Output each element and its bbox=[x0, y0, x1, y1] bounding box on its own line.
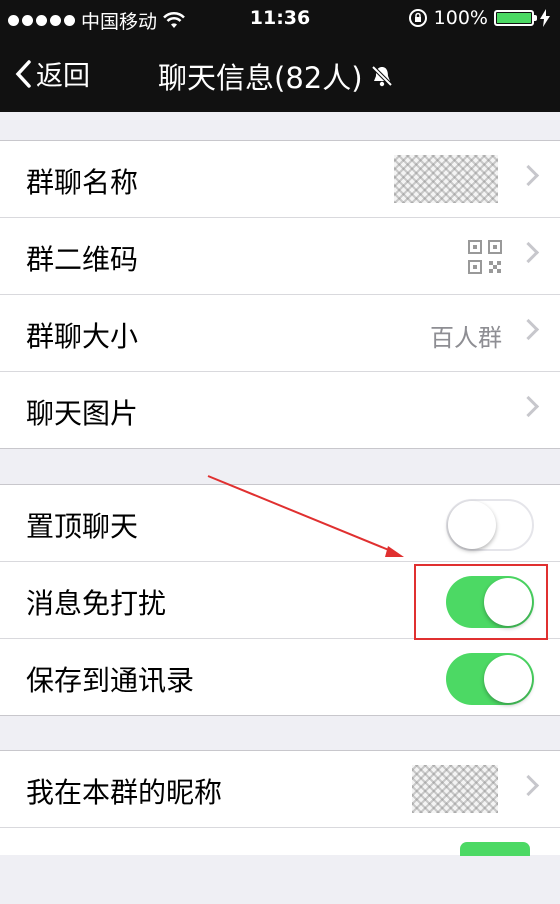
row-group-name[interactable]: 群聊名称 bbox=[0, 141, 560, 218]
row-group-size[interactable]: 群聊大小 百人群 bbox=[0, 295, 560, 372]
status-bar: 中国移动 11:36 100% bbox=[0, 0, 560, 38]
nickname-thumbnail bbox=[412, 765, 498, 813]
row-next-partial bbox=[0, 828, 560, 904]
page-title-text: 聊天信息(82人) bbox=[158, 61, 363, 95]
row-label: 群聊名称 bbox=[26, 166, 139, 199]
group-name-thumbnail bbox=[394, 155, 498, 203]
toggle-knob bbox=[448, 501, 496, 549]
orientation-lock-icon bbox=[408, 9, 427, 27]
battery-percent: 100% bbox=[433, 7, 488, 29]
chevron-right-icon bbox=[517, 164, 540, 187]
page-title: 聊天信息(82人) bbox=[158, 55, 395, 97]
settings-group-info: 群聊名称 群二维码 群聊大小 百人群 聊天图片 bbox=[0, 140, 560, 449]
save-to-contacts-toggle[interactable] bbox=[446, 653, 534, 705]
sticky-on-top-toggle[interactable] bbox=[446, 499, 534, 551]
row-my-nickname[interactable]: 我在本群的昵称 bbox=[0, 751, 560, 828]
settings-group-nickname: 我在本群的昵称 bbox=[0, 750, 560, 856]
back-label: 返回 bbox=[36, 61, 90, 92]
row-label: 群聊大小 bbox=[26, 320, 139, 353]
chevron-left-icon bbox=[15, 59, 31, 88]
row-label: 置顶聊天 bbox=[26, 510, 139, 543]
toggle-knob bbox=[484, 655, 532, 703]
battery-icon bbox=[494, 10, 537, 26]
row-label: 保存到通讯录 bbox=[26, 664, 195, 697]
chevron-right-icon bbox=[517, 241, 540, 264]
group-size-value: 百人群 bbox=[430, 324, 502, 352]
chevron-right-icon bbox=[517, 318, 540, 341]
row-chat-images[interactable]: 聊天图片 bbox=[0, 372, 560, 448]
chevron-right-icon bbox=[517, 774, 540, 797]
row-label: 我在本群的昵称 bbox=[26, 776, 223, 809]
row-save-to-contacts: 保存到通讯录 bbox=[0, 639, 560, 715]
back-button[interactable]: 返回 bbox=[14, 54, 90, 93]
annotation-highlight-box bbox=[414, 564, 548, 640]
navigation-bar: 返回 聊天信息(82人) bbox=[0, 38, 560, 112]
mute-bell-icon bbox=[371, 65, 392, 87]
chevron-right-icon bbox=[517, 395, 540, 418]
row-sticky-on-top: 置顶聊天 bbox=[0, 485, 560, 562]
row-label: 消息免打扰 bbox=[26, 587, 167, 620]
status-right: 100% bbox=[408, 7, 550, 29]
row-label: 群二维码 bbox=[26, 243, 139, 276]
row-group-qr-code[interactable]: 群二维码 bbox=[0, 218, 560, 295]
qr-code-icon bbox=[468, 240, 502, 274]
row-label: 聊天图片 bbox=[26, 397, 139, 430]
charging-icon bbox=[540, 9, 550, 27]
